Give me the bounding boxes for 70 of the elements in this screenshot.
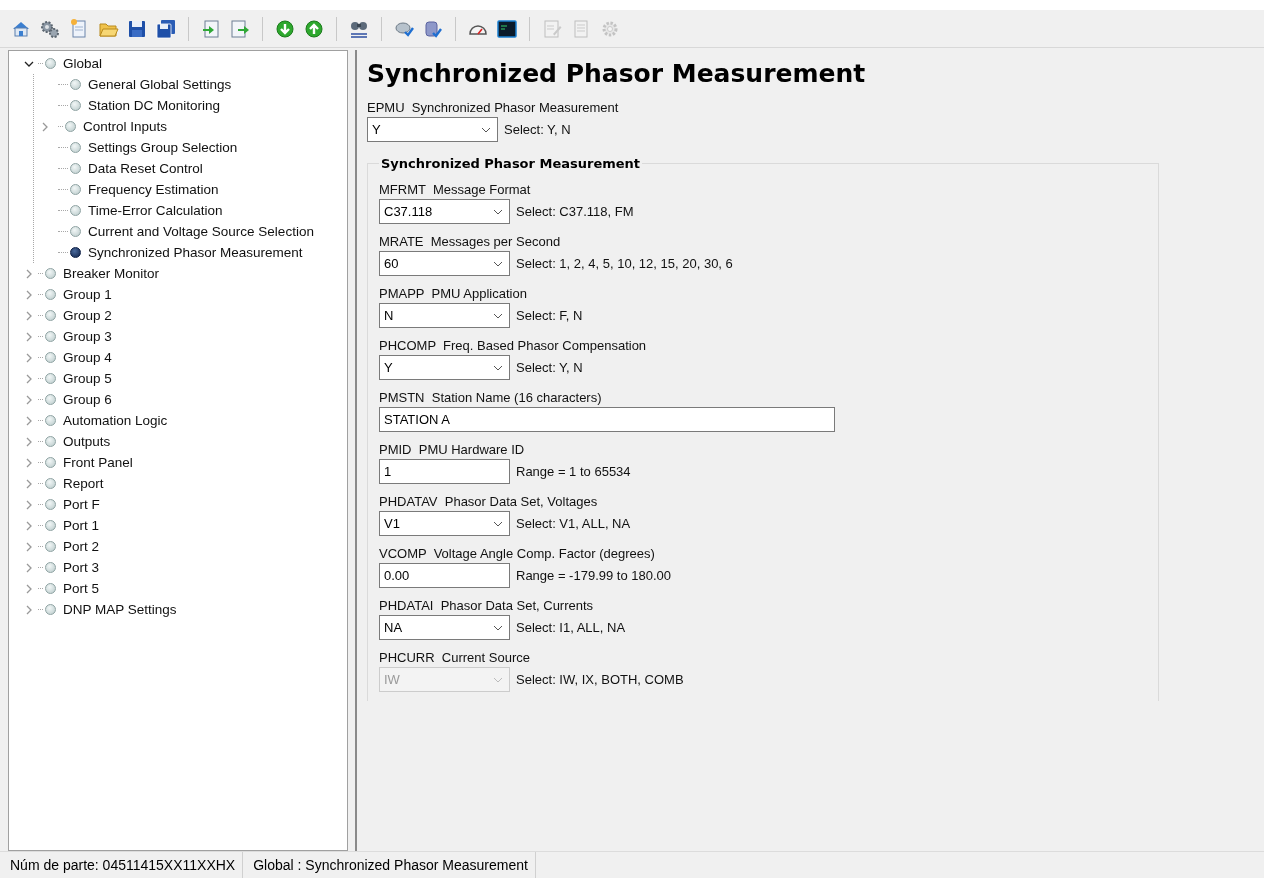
tree-item[interactable]: Group 3 xyxy=(63,329,112,344)
caret-icon xyxy=(493,624,503,631)
tree-item[interactable]: Port 2 xyxy=(63,539,100,554)
field-label: PMSTN Station Name (16 characters) xyxy=(379,389,603,407)
tree-item[interactable]: DNP MAP Settings xyxy=(63,602,177,617)
field-hint: Select: IW, IX, BOTH, COMB xyxy=(516,672,684,687)
field-hint: Select: I1, ALL, NA xyxy=(516,620,626,635)
tree-item[interactable]: Synchronized Phasor Measurement xyxy=(88,245,303,260)
tree-item[interactable]: Port 5 xyxy=(63,581,100,596)
input-field[interactable]: STATION A xyxy=(379,407,835,432)
caret-icon xyxy=(493,208,503,215)
field-hint: Select: 1, 2, 4, 5, 10, 12, 15, 20, 30, 6 xyxy=(516,256,733,271)
status-text: Núm de parte: 04511415XX11XXHX xyxy=(0,852,244,878)
tree-item[interactable]: Group 5 xyxy=(63,371,112,386)
field-label: PHCOMP Freq. Based Phasor Compensation xyxy=(379,337,648,355)
field-label: MFRMT Message Format xyxy=(379,181,532,199)
field-hint: Select: V1, ALL, NA xyxy=(516,516,631,531)
tree-item[interactable]: Port F xyxy=(63,497,100,512)
tree-item[interactable]: Group 2 xyxy=(63,308,112,323)
tree-item[interactable]: Current and Voltage Source Selection xyxy=(88,224,314,239)
tree-item[interactable]: Station DC Monitoring xyxy=(88,98,221,113)
field-label: EPMU Synchronized Phasor Measurement xyxy=(367,99,620,117)
tree-item[interactable]: Report xyxy=(63,476,104,491)
field-label: PHDATAV Phasor Data Set, Voltages xyxy=(379,493,599,511)
tree-item[interactable]: Time-Error Calculation xyxy=(88,203,223,218)
tree-item[interactable]: Port 3 xyxy=(63,560,100,575)
field-hint: Select: Y, N xyxy=(516,360,583,375)
tree-item[interactable]: Group 1 xyxy=(63,287,112,302)
dropdown[interactable]: Y xyxy=(367,117,498,142)
dropdown[interactable]: 60 xyxy=(379,251,510,276)
field-hint: Range = -179.99 to 180.00 xyxy=(516,568,672,583)
tree-item[interactable]: Port 1 xyxy=(63,518,100,533)
field-hint: Select: F, N xyxy=(516,308,583,323)
tree-item[interactable]: Outputs xyxy=(63,434,111,449)
tree-item[interactable]: Control Inputs xyxy=(83,119,168,134)
caret-icon xyxy=(493,676,503,683)
tree-item[interactable]: General Global Settings xyxy=(88,77,232,92)
field-label: VCOMP Voltage Angle Comp. Factor (degrees) xyxy=(379,545,656,563)
page-title: Synchronized Phasor Measurement xyxy=(367,59,867,90)
tree-item[interactable]: Frequency Estimation xyxy=(88,182,219,197)
group-title: Synchronized Phasor Measurement xyxy=(380,156,642,171)
caret-icon xyxy=(493,364,503,371)
field-label: PMID PMU Hardware ID xyxy=(379,441,526,459)
field-label: PHDATAI Phasor Data Set, Currents xyxy=(379,597,595,615)
tree-item[interactable]: Settings Group Selection xyxy=(88,140,238,155)
input-field[interactable]: 1 xyxy=(379,459,510,484)
field-hint: Select: Y, N xyxy=(504,122,571,137)
caret-icon xyxy=(481,126,491,133)
dropdown[interactable]: Y xyxy=(379,355,510,380)
tree-item[interactable]: Front Panel xyxy=(63,455,133,470)
status-text: Global : Synchronized Phasor Measurement xyxy=(243,852,536,878)
dropdown[interactable]: C37.118 xyxy=(379,199,510,224)
dropdown[interactable]: V1 xyxy=(379,511,510,536)
field-label: MRATE Messages per Second xyxy=(379,233,562,251)
tree-item[interactable]: Global xyxy=(63,56,103,71)
caret-icon xyxy=(493,312,503,319)
field-hint: Select: C37.118, FM xyxy=(516,204,634,219)
dropdown[interactable]: NA xyxy=(379,615,510,640)
tree-item[interactable]: Breaker Monitor xyxy=(63,266,160,281)
tree-item[interactable]: Group 6 xyxy=(63,392,112,407)
field-label: PHCURR Current Source xyxy=(379,649,531,667)
field-hint: Range = 1 to 65534 xyxy=(516,464,631,479)
input-field[interactable]: 0.00 xyxy=(379,563,510,588)
dropdown[interactable]: N xyxy=(379,303,510,328)
tree-item[interactable]: Automation Logic xyxy=(63,413,168,428)
caret-icon xyxy=(493,260,503,267)
caret-icon xyxy=(493,520,503,527)
tree-item[interactable]: Data Reset Control xyxy=(88,161,203,176)
tree-item[interactable]: Group 4 xyxy=(63,350,112,365)
field-label: PMAPP PMU Application xyxy=(379,285,528,303)
